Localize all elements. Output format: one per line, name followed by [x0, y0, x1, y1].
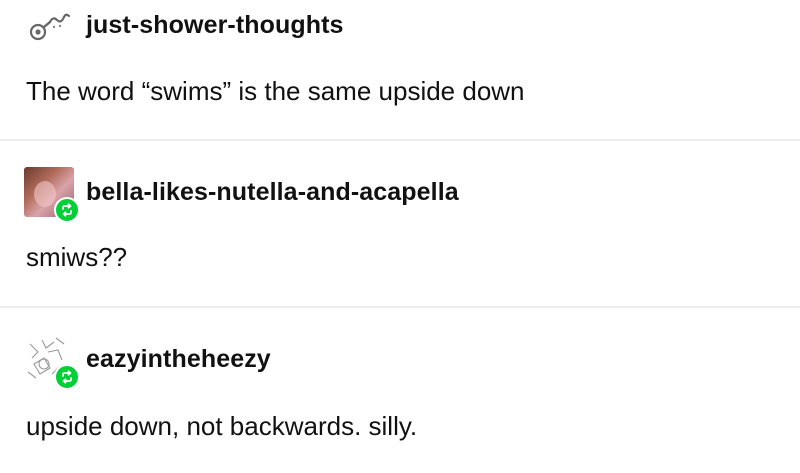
post-text: The word “swims” is the same upside down	[26, 76, 525, 106]
post-header: bella-likes-nutella-and-acapella	[24, 167, 459, 223]
reblog-badge	[54, 364, 80, 390]
avatar[interactable]	[24, 334, 80, 390]
post-text: upside down, not backwards. silly.	[26, 411, 418, 441]
post-bella-likes-nutella-and-acapella: bella-likes-nutella-and-acapella smiws??	[0, 141, 800, 307]
username[interactable]: just-shower-thoughts	[86, 11, 344, 40]
reblog-icon	[62, 203, 72, 217]
post-just-shower-thoughts: just-shower-thoughts The word “swims” is…	[0, 0, 800, 140]
post-header: eazyintheheezy	[24, 334, 271, 390]
username[interactable]: eazyintheheezy	[86, 345, 271, 374]
avatar[interactable]	[24, 167, 80, 223]
shower-head-icon	[29, 13, 71, 41]
post-eazyintheheezy: eazyintheheezy upside down, not backward…	[0, 308, 800, 473]
post-text: smiws??	[26, 242, 128, 272]
reblog-icon	[62, 370, 72, 384]
username[interactable]: bella-likes-nutella-and-acapella	[86, 178, 459, 207]
avatar[interactable]	[24, 0, 74, 50]
post-header: just-shower-thoughts	[24, 0, 344, 50]
reblog-badge	[54, 197, 80, 223]
